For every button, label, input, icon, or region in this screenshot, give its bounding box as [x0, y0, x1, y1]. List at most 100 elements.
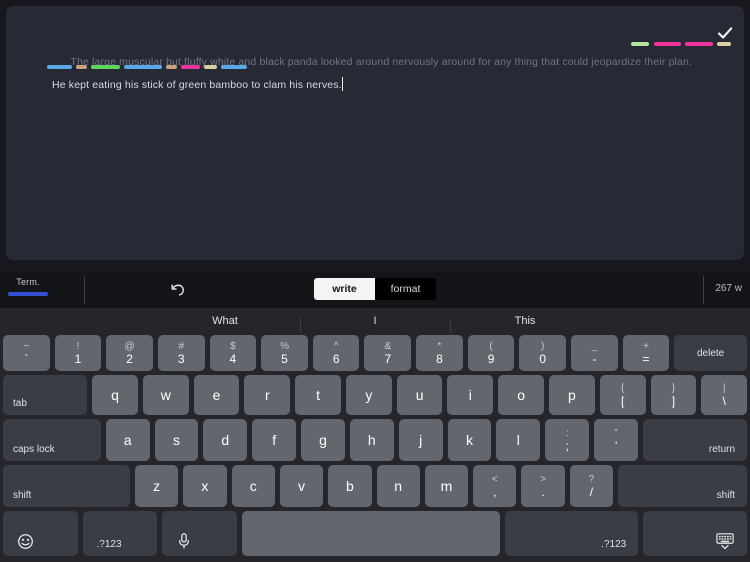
key-minus[interactable]: _ - — [571, 335, 618, 371]
key-8-shift-label: * — [437, 340, 442, 352]
key-0[interactable]: ) 0 — [519, 335, 567, 371]
suggestion-item-1[interactable]: I — [300, 315, 450, 333]
key-equals[interactable]: + = — [622, 335, 670, 371]
key-2-base-label: 2 — [126, 351, 133, 366]
key-0-shift-label: ) — [541, 340, 545, 352]
key-delete-label: delete — [697, 347, 725, 359]
term-button[interactable]: Term. — [8, 277, 48, 296]
key-q[interactable]: q — [92, 375, 138, 415]
key-y[interactable]: y — [345, 375, 392, 415]
key-8[interactable]: * 8 — [416, 335, 463, 371]
key-c-label: c — [249, 478, 257, 494]
key-p[interactable]: p — [549, 375, 595, 415]
confirm-check-icon[interactable] — [716, 24, 734, 42]
key-i-label: i — [468, 387, 472, 403]
key-9-base-label: 9 — [487, 351, 495, 366]
key-delete[interactable]: delete — [674, 335, 747, 371]
key-5[interactable]: % 5 — [261, 335, 308, 371]
key-u[interactable]: u — [396, 375, 443, 415]
key-d[interactable]: d — [203, 419, 248, 461]
key-numeric-right[interactable]: .?123 — [505, 511, 639, 556]
key-microphone[interactable] — [162, 511, 237, 556]
key-caps-lock[interactable]: caps lock — [3, 419, 101, 461]
key-period-shift-label: > — [540, 473, 547, 485]
key-5-base-label: 5 — [281, 351, 288, 366]
key-numeric-left[interactable]: .?123 — [82, 511, 157, 556]
undo-button[interactable] — [165, 278, 191, 302]
key-l[interactable]: l — [496, 419, 541, 461]
key-dismiss-keyboard[interactable] — [643, 511, 747, 556]
key-return[interactable]: return — [642, 419, 748, 461]
key-x[interactable]: x — [183, 465, 227, 507]
key-t-label: t — [316, 387, 321, 403]
key-backslash[interactable]: | \ — [701, 375, 748, 415]
key-7[interactable]: & 7 — [364, 335, 412, 371]
key-k-label: k — [466, 432, 474, 448]
key-z[interactable]: z — [134, 465, 179, 507]
key-f[interactable]: f — [252, 419, 297, 461]
annotation-mark — [221, 65, 247, 69]
key-semicolon-shift-label: : — [565, 427, 569, 439]
key-4[interactable]: $4 — [209, 335, 257, 371]
key-shift-right[interactable]: shift — [618, 465, 747, 507]
key-o[interactable]: o — [498, 375, 545, 415]
key-tilde[interactable]: ~ ` — [3, 335, 50, 371]
key-a[interactable]: a — [105, 419, 150, 461]
key-6-base-label: 6 — [332, 351, 340, 366]
key-w[interactable]: w — [142, 375, 189, 415]
key-g[interactable]: g — [301, 419, 345, 461]
suggestion-item-2[interactable]: This — [450, 315, 600, 333]
key-j[interactable]: j — [398, 419, 443, 461]
key-bracket-left[interactable]: {[ — [599, 375, 646, 415]
key-r[interactable]: r — [244, 375, 291, 415]
annotation-mark — [124, 65, 162, 69]
annotation-mark — [91, 65, 120, 69]
key-comma-shift-label: < — [491, 473, 498, 485]
suggestion-item-0[interactable]: What — [150, 315, 300, 327]
annotation-marks-line2 — [6, 65, 744, 69]
key-e[interactable]: e — [193, 375, 240, 415]
key-k[interactable]: k — [447, 419, 492, 461]
key-slash[interactable]: ? / — [569, 465, 614, 507]
key-m[interactable]: m — [424, 465, 469, 507]
key-9[interactable]: (9 — [467, 335, 515, 371]
key-t[interactable]: t — [295, 375, 341, 415]
key-3-shift-label: # — [178, 340, 185, 352]
key-3[interactable]: #3 — [157, 335, 205, 371]
key-v[interactable]: v — [279, 465, 324, 507]
suggestion-bar: What I This — [0, 308, 750, 333]
key-comma[interactable]: <, — [473, 465, 517, 507]
tab-write[interactable]: write — [314, 278, 375, 300]
key-c[interactable]: c — [231, 465, 275, 507]
key-quote[interactable]: ”’ — [594, 419, 638, 461]
key-2[interactable]: @2 — [106, 335, 153, 371]
key-1[interactable]: ! 1 — [54, 335, 102, 371]
key-bracket-right[interactable]: }] — [650, 375, 697, 415]
key-slash-shift-label: ? — [588, 473, 595, 485]
key-period[interactable]: >. — [521, 465, 565, 507]
key-s[interactable]: s — [154, 419, 199, 461]
key-comma-base-label: , — [493, 484, 497, 499]
key-h[interactable]: h — [349, 419, 394, 461]
tab-format[interactable]: format — [375, 278, 436, 300]
key-backslash-base-label: \ — [722, 393, 726, 408]
key-j-label: j — [419, 432, 423, 448]
key-space[interactable] — [241, 511, 501, 556]
microphone-icon — [176, 532, 192, 550]
text-caret — [341, 77, 344, 91]
key-i[interactable]: i — [447, 375, 494, 415]
key-quote-base-label: ’ — [614, 438, 618, 453]
editor-card[interactable]: The large muscular but fluffy white and … — [6, 6, 744, 260]
key-semicolon[interactable]: :; — [545, 419, 590, 461]
key-tab[interactable]: tab — [3, 375, 88, 415]
key-b[interactable]: b — [328, 465, 372, 507]
key-emoji[interactable] — [3, 511, 78, 556]
mode-toggle[interactable]: write format — [314, 278, 436, 300]
key-equals-shift-label: + — [643, 340, 649, 352]
key-n[interactable]: n — [376, 465, 420, 507]
key-equals-base-label: = — [642, 351, 650, 366]
key-6[interactable]: ^ 6 — [312, 335, 360, 371]
key-tilde-shift-label: ~ — [23, 340, 30, 352]
key-shift-left[interactable]: shift — [3, 465, 130, 507]
key-4-shift-label: $ — [230, 340, 236, 352]
